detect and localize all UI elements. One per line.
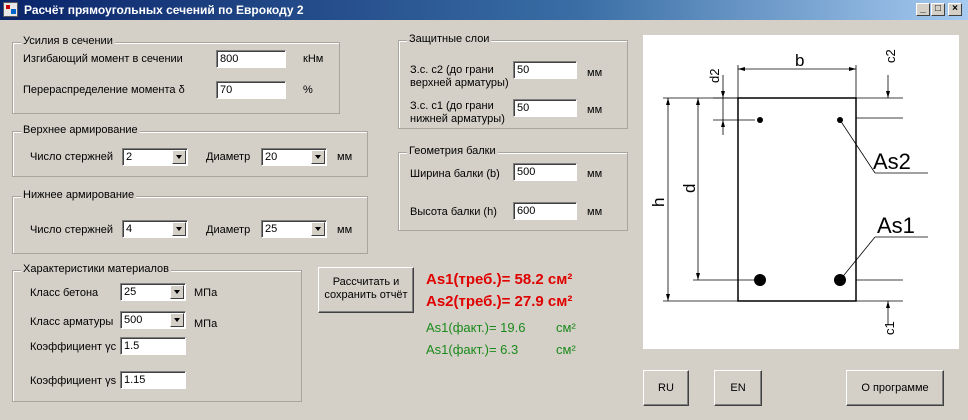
moment-label: Изгибающий момент в сечении (23, 53, 183, 65)
bottom-reinforcement-legend: Нижнее армирование (21, 189, 137, 201)
en-button[interactable]: EN (714, 370, 762, 406)
c2-unit: мм (587, 67, 603, 79)
chevron-down-icon[interactable] (170, 313, 184, 327)
gamma-s-label: Коэффициент γs (30, 375, 117, 387)
dim-c2-label: c2 (883, 49, 898, 63)
calculate-save-button[interactable]: Рассчитать и сохранить отчёт (318, 267, 414, 313)
c1-input[interactable]: 50 (513, 99, 577, 117)
forces-legend: Усилия в сечении (21, 35, 115, 47)
calculate-label-line2: сохранить отчёт (324, 289, 408, 301)
height-input[interactable]: 600 (513, 202, 577, 220)
top-count-value: 2 (126, 151, 133, 163)
gamma-c-label: Коэффициент γc (30, 341, 117, 353)
c2-label-line2: верхней арматуры) (410, 77, 509, 89)
gamma-s-input[interactable]: 1.15 (120, 371, 186, 389)
beam-outline (737, 97, 857, 302)
redistribution-label: Перераспределение момента δ (23, 84, 185, 96)
width-input[interactable]: 500 (513, 163, 577, 181)
c2-label-line1: З.с. с2 (до грани (410, 64, 494, 76)
concrete-unit: МПа (194, 287, 218, 299)
steel-class-value: 500 (124, 314, 143, 326)
bottom-diameter-value: 25 (265, 223, 278, 235)
concrete-class-label: Класс бетона (30, 287, 99, 299)
bottom-count-select[interactable]: 4 (122, 220, 188, 238)
top-count-select[interactable]: 2 (122, 148, 188, 166)
geometry-legend: Геометрия балки (407, 145, 498, 157)
top-count-label: Число стержней (30, 151, 114, 163)
section-diagram: b c2 d2 h d c1 As2 As1 (643, 35, 959, 349)
maximize-button[interactable]: □ (931, 3, 945, 16)
moment-input[interactable]: 800 (216, 50, 286, 68)
c1-label-line1: З.с. с1 (до грани (410, 100, 494, 112)
dim-c1-label: c1 (882, 321, 897, 335)
c1-unit: мм (587, 104, 603, 116)
top-diameter-unit: мм (337, 151, 353, 163)
steel-class-label: Класс арматуры (30, 316, 114, 328)
top-diameter-value: 20 (265, 151, 278, 163)
gamma-c-input[interactable]: 1.5 (120, 337, 186, 355)
c1-label-line2: нижней арматуры) (410, 113, 505, 125)
top-diameter-select[interactable]: 20 (261, 148, 327, 166)
height-unit: мм (587, 206, 603, 218)
width-unit: мм (587, 168, 603, 180)
concrete-class-select[interactable]: 25 (120, 283, 186, 301)
redistribution-unit: % (303, 84, 313, 96)
app-icon[interactable] (3, 2, 18, 17)
dim-d-label: d (680, 184, 699, 193)
top-reinforcement-legend: Верхнее армирование (21, 124, 140, 136)
calculate-label-line1: Рассчитать и (332, 276, 400, 288)
steel-unit: МПа (194, 318, 218, 330)
close-button[interactable]: × (948, 3, 962, 16)
chevron-down-icon[interactable] (172, 150, 186, 164)
materials-legend: Характеристики материалов (21, 263, 171, 275)
dim-h-label: h (649, 198, 668, 207)
section-diagram-svg: b c2 d2 h d c1 As2 As1 (649, 49, 928, 335)
steel-class-select[interactable]: 500 (120, 311, 186, 329)
c2-input[interactable]: 50 (513, 61, 577, 79)
as2-required-result: As2(треб.)= 27.9 см² (426, 293, 573, 310)
chevron-down-icon[interactable] (311, 150, 325, 164)
as1-actual-result: As1(факт.)= 19.6 (426, 320, 526, 335)
as1-required-result: As1(треб.)= 58.2 см² (426, 271, 573, 288)
about-button[interactable]: О программе (846, 370, 944, 406)
as2-actual-result: As1(факт.)= 6.3 (426, 342, 519, 357)
ru-button[interactable]: RU (643, 370, 689, 406)
as2-actual-unit: см² (556, 342, 576, 357)
as2-label: As2 (873, 149, 911, 174)
top-bar-left (757, 117, 763, 123)
bottom-diameter-label: Диаметр (206, 224, 251, 236)
window-title: Расчёт прямоугольных сечений по Еврокоду… (24, 3, 304, 17)
bottom-diameter-select[interactable]: 25 (261, 220, 327, 238)
bottom-count-label: Число стержней (30, 224, 114, 236)
bottom-bar-left (754, 274, 766, 286)
bottom-diameter-unit: мм (337, 224, 353, 236)
top-diameter-label: Диаметр (206, 151, 251, 163)
height-label: Высота балки (h) (410, 206, 497, 218)
width-label: Ширина балки (b) (410, 168, 500, 180)
concrete-class-value: 25 (124, 286, 137, 298)
chevron-down-icon[interactable] (170, 285, 184, 299)
redistribution-input[interactable]: 70 (216, 81, 286, 99)
as1-label: As1 (877, 213, 915, 238)
chevron-down-icon[interactable] (172, 222, 186, 236)
title-bar: Расчёт прямоугольных сечений по Еврокоду… (0, 0, 968, 20)
moment-unit: кНм (303, 53, 324, 65)
bottom-count-value: 4 (126, 223, 133, 235)
chevron-down-icon[interactable] (311, 222, 325, 236)
dim-b-label: b (795, 51, 804, 70)
as1-actual-unit: см² (556, 320, 576, 335)
dim-d2-label: d2 (707, 69, 722, 83)
minimize-button[interactable]: _ (916, 3, 930, 16)
cover-legend: Защитные слои (407, 33, 492, 45)
